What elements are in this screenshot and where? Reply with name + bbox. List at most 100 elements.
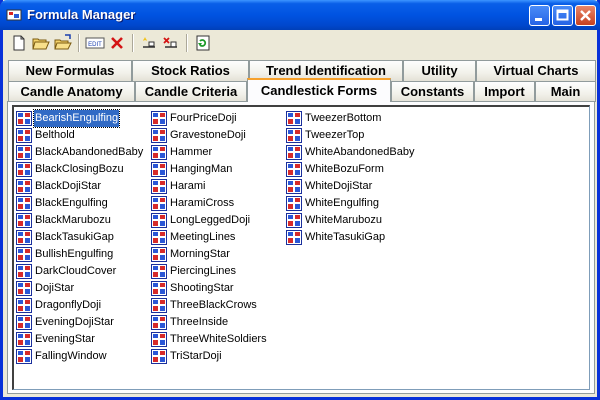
list-item-label: DragonflyDoji (35, 299, 102, 311)
remove-item-button[interactable] (161, 33, 181, 53)
formula-icon (151, 111, 167, 126)
toolbar-separator (132, 34, 134, 52)
formula-icon (151, 145, 167, 160)
toolbar: EDIT (6, 31, 600, 55)
list-item-label: TriStarDoji (170, 350, 222, 362)
list-item-label: WhiteTasukiGap (305, 231, 386, 243)
formula-icon (151, 332, 167, 347)
close-button[interactable] (575, 5, 596, 26)
formula-icon (151, 230, 167, 245)
formula-icon (151, 179, 167, 194)
toolbar-separator (186, 34, 188, 52)
formula-manager-window: Formula Manager EDIT New Formulas Stock … (0, 0, 600, 400)
formula-icon (286, 111, 302, 126)
list-item-label: FourPriceDoji (170, 112, 237, 124)
toolbar-separator (78, 34, 80, 52)
formula-icon (151, 264, 167, 279)
tab-candle-criteria[interactable]: Candle Criteria (135, 81, 247, 102)
list-item-label: ThreeBlackCrows (170, 299, 257, 311)
svg-text:EDIT: EDIT (88, 42, 102, 48)
list-item-label: BlackAbandonedBaby (35, 146, 144, 158)
formula-icon (16, 332, 32, 347)
delete-icon (111, 37, 123, 49)
formula-icon (151, 281, 167, 296)
formula-icon (16, 196, 32, 211)
formula-icon (286, 145, 302, 160)
list-item-label: WhiteBozuForm (305, 163, 384, 175)
list-item-label: MorningStar (170, 248, 230, 260)
tab-candle-anatomy[interactable]: Candle Anatomy (8, 81, 135, 102)
list-item-label: WhiteDojiStar (305, 180, 373, 192)
formula-icon (286, 230, 302, 245)
new-item-button[interactable] (139, 33, 159, 53)
new-item-icon (143, 37, 155, 48)
list-item-label: EveningStar (35, 333, 95, 345)
tab-virtual-charts[interactable]: Virtual Charts (476, 60, 596, 81)
list-item-label: HangingMan (170, 163, 233, 175)
formula-icon (151, 247, 167, 262)
open-folder-arrow-icon (54, 34, 72, 50)
list-item-label: FallingWindow (35, 350, 107, 362)
new-button[interactable] (9, 33, 29, 53)
list-item-label: DarkCloudCover (35, 265, 117, 277)
formula-icon (16, 179, 32, 194)
minimize-button[interactable] (529, 5, 550, 26)
list-item-label: BullishEngulfing (35, 248, 114, 260)
list-item-label: BlackDojiStar (35, 180, 102, 192)
formula-icon (16, 162, 32, 177)
list-item-label: WhiteAbandonedBaby (305, 146, 415, 158)
formula-icon (16, 298, 32, 313)
formula-icon (151, 315, 167, 330)
title-bar[interactable]: Formula Manager (0, 0, 600, 30)
open-button[interactable] (31, 33, 51, 53)
list-item-label: HaramiCross (170, 197, 235, 209)
formula-icon (151, 213, 167, 228)
window-title: Formula Manager (27, 7, 136, 22)
tab-stock-ratios[interactable]: Stock Ratios (132, 60, 249, 81)
formula-icon (16, 128, 32, 143)
list-item-label: ThreeWhiteSoldiers (170, 333, 267, 345)
formula-icon (151, 128, 167, 143)
list-item-label: BlackTasukiGap (35, 231, 114, 243)
list-item-label: WhiteEngulfing (305, 197, 379, 209)
list-item-label: MeetingLines (170, 231, 236, 243)
list-item-label: EveningDojiStar (35, 316, 114, 328)
refresh-button[interactable] (193, 33, 213, 53)
list-item-label: TweezerBottom (305, 112, 382, 124)
minimize-icon (535, 18, 542, 21)
open-arrow-button[interactable] (53, 33, 73, 53)
tab-constants[interactable]: Constants (391, 81, 474, 102)
formula-icon (16, 145, 32, 160)
formula-icon (286, 179, 302, 194)
edit-icon: EDIT (85, 37, 105, 49)
remove-item-icon (163, 37, 177, 48)
delete-button[interactable] (107, 33, 127, 53)
formula-icon (151, 196, 167, 211)
list-item-label: WhiteMarubozu (305, 214, 383, 226)
formula-icon (286, 162, 302, 177)
tab-main[interactable]: Main (535, 81, 596, 102)
tab-candlestick-forms[interactable]: Candlestick Forms (247, 78, 391, 102)
list-item-label: DojiStar (35, 282, 75, 294)
list-item-label: PiercingLines (170, 265, 237, 277)
list-item-label: Hammer (170, 146, 213, 158)
new-icon (13, 35, 25, 51)
formula-icon (16, 264, 32, 279)
tab-new-formulas[interactable]: New Formulas (8, 60, 132, 81)
list-item-label: Harami (170, 180, 206, 192)
formula-icon (16, 349, 32, 364)
list-item-label: GravestoneDoji (170, 129, 246, 141)
maximize-icon (556, 9, 569, 21)
list-item-label: BlackMarubozu (35, 214, 111, 226)
edit-button[interactable]: EDIT (85, 33, 105, 53)
formula-icon (16, 213, 32, 228)
formula-icon (16, 315, 32, 330)
tab-import[interactable]: Import (474, 81, 535, 102)
maximize-button[interactable] (552, 5, 573, 26)
formula-list[interactable]: BearishEngulfing Belthold BlackAbandonedBa… (12, 105, 590, 390)
formula-icon (286, 196, 302, 211)
list-item-label: BlackClosingBozu (35, 163, 124, 175)
formula-icon (16, 281, 32, 296)
formula-icon (286, 213, 302, 228)
tab-utility[interactable]: Utility (403, 60, 476, 81)
